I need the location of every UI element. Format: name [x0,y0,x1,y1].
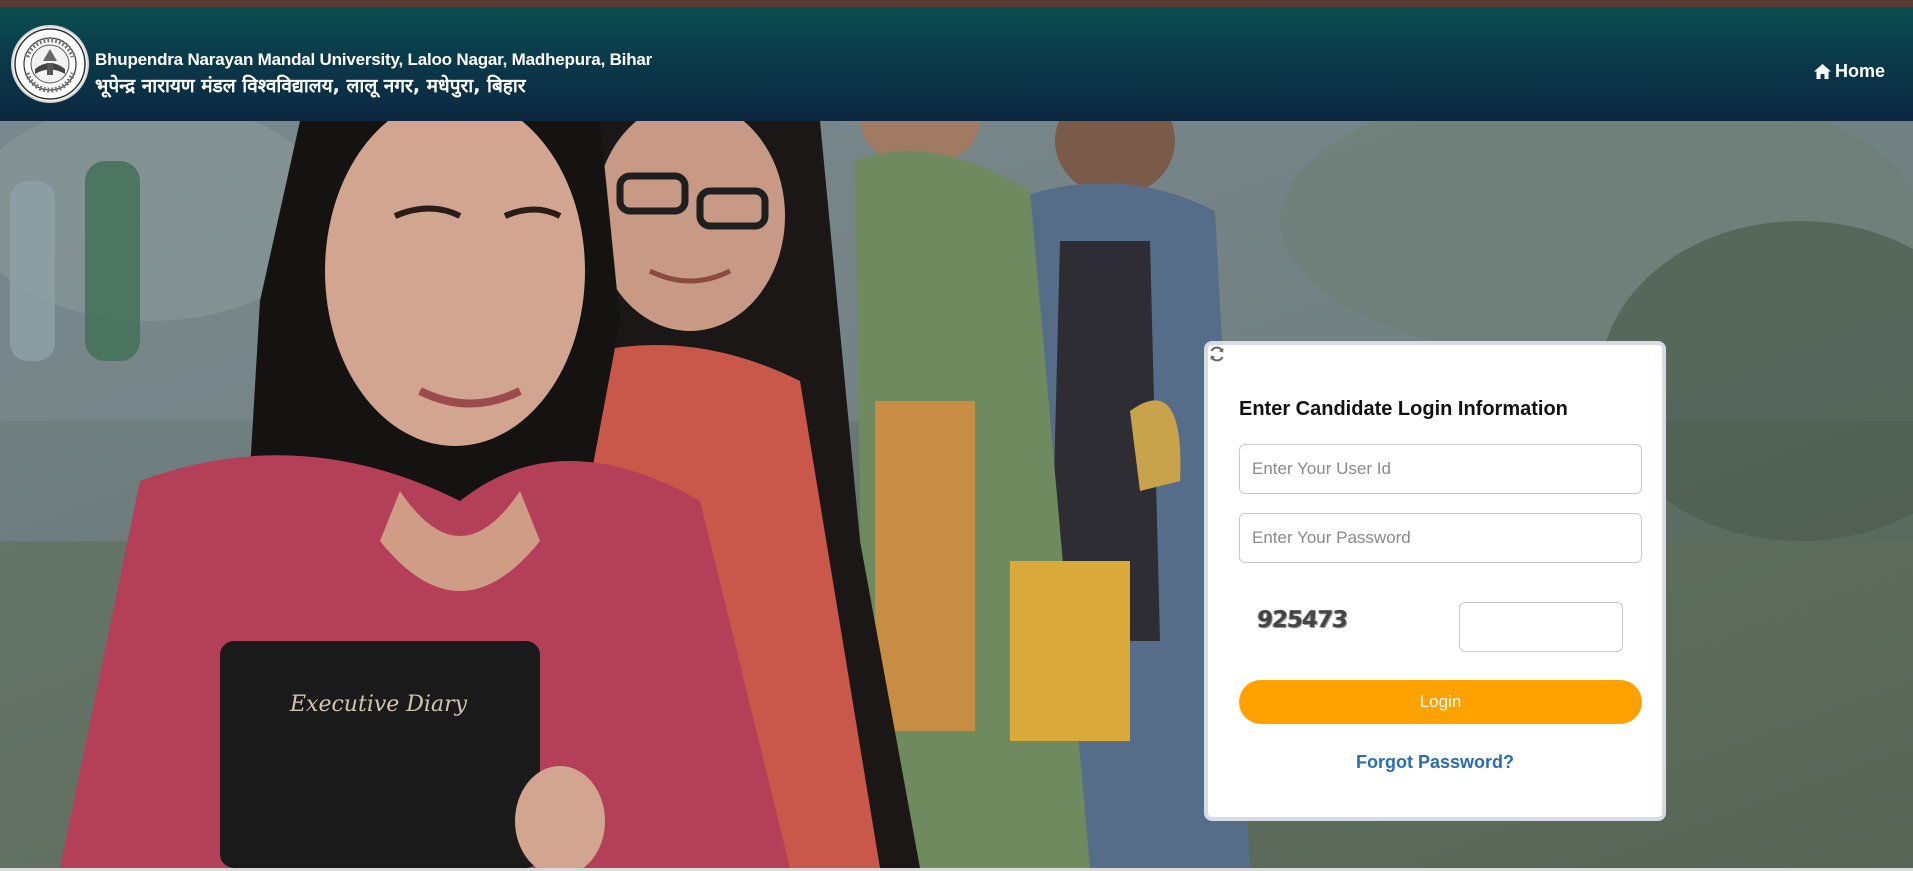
hero-background-photo: Executive Diary Enter Candidate Login In… [0,121,1913,868]
refresh-icon[interactable] [1208,345,1226,363]
top-accent-strip [0,0,1913,7]
site-header: Bhupendra Narayan Mandal University, Lal… [0,7,1913,121]
captcha-input[interactable] [1459,602,1623,652]
home-link[interactable]: Home [1813,61,1885,82]
university-name-english: Bhupendra Narayan Mandal University, Lal… [95,50,653,69]
home-link-label: Home [1834,61,1885,81]
login-button[interactable]: Login [1239,680,1642,724]
password-input[interactable] [1239,513,1642,563]
university-seal-logo [13,27,87,101]
university-name-hindi: भूपेन्द्र नारायण मंडल विश्वविद्यालय, लाल… [95,75,526,97]
captcha-code: 925473 [1256,607,1348,633]
user-id-input[interactable] [1239,444,1642,494]
forgot-password-link[interactable]: Forgot Password? [1208,752,1662,773]
login-card: Enter Candidate Login Information 925473… [1204,341,1666,821]
home-icon [1813,64,1831,79]
login-card-title: Enter Candidate Login Information [1239,398,1568,420]
svg-text:Executive Diary: Executive Diary [289,692,468,717]
seal-icon [14,28,86,100]
